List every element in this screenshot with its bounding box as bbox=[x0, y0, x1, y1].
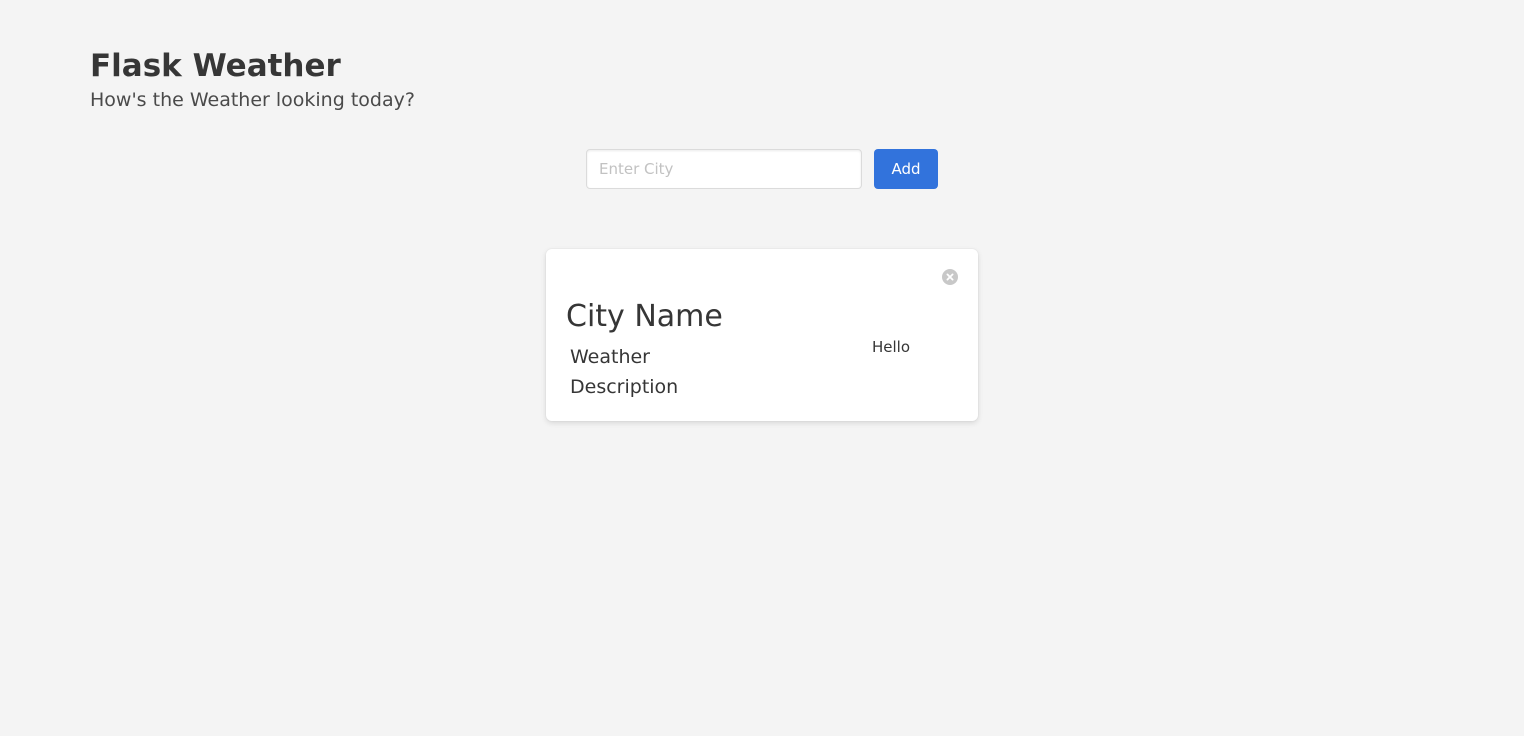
weather-description: Weather Description bbox=[570, 346, 679, 398]
page: Flask Weather How's the Weather looking … bbox=[0, 0, 1524, 736]
weather-card: City Name Weather Description Hello bbox=[546, 249, 978, 421]
city-input[interactable] bbox=[586, 149, 862, 189]
city-name: City Name bbox=[566, 299, 723, 334]
weather-extra-text: Hello bbox=[872, 338, 911, 356]
hero-header: Flask Weather How's the Weather looking … bbox=[90, 46, 415, 114]
page-subtitle: How's the Weather looking today? bbox=[90, 89, 415, 111]
add-city-form: Add bbox=[586, 149, 938, 189]
close-circle-icon[interactable] bbox=[942, 269, 958, 285]
page-title: Flask Weather bbox=[90, 48, 341, 84]
add-button[interactable]: Add bbox=[874, 149, 938, 189]
